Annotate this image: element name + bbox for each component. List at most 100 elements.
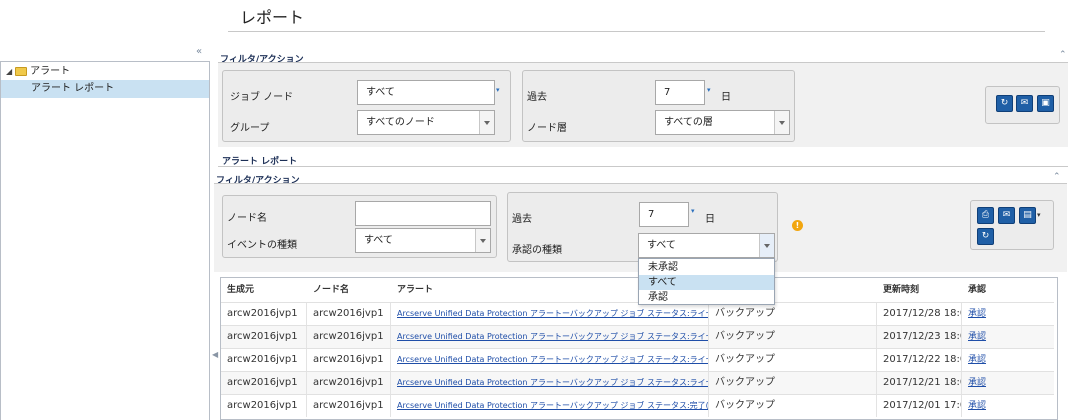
cell-time: 2017/12/21 18:00: [877, 372, 962, 394]
cell-time: 2017/12/28 18:00: [877, 303, 962, 325]
cell-alert: Arcserve Unified Data Protection アラートーバッ…: [391, 303, 709, 325]
node-tier-select[interactable]: すべての層: [655, 110, 790, 135]
ack-type-dropdown-button[interactable]: [759, 234, 774, 257]
report-refresh-icon[interactable]: ↻: [977, 228, 994, 245]
tree-item-label: アラート レポート: [31, 83, 115, 94]
event-type-label: イベントの種類: [227, 240, 297, 251]
cell-source: arcw2016jvp1: [221, 349, 307, 371]
cell-alert-extra: バックアップ: [709, 349, 877, 371]
past-label: 過去: [527, 92, 547, 103]
save-dropdown-icon[interactable]: ▾: [1037, 211, 1041, 219]
cell-node: arcw2016jvp1: [307, 303, 391, 325]
cell-node: arcw2016jvp1: [307, 326, 391, 348]
warning-icon: !: [792, 220, 803, 231]
past-days-spinner-icon[interactable]: ▾: [707, 86, 711, 94]
report-divider: [218, 166, 1068, 167]
ack-link[interactable]: 承認: [968, 378, 986, 388]
cell-alert: Arcserve Unified Data Protection アラートーバッ…: [391, 372, 709, 394]
job-node-select[interactable]: すべて: [357, 80, 495, 105]
title-divider: [228, 31, 1045, 32]
cell-source: arcw2016jvp1: [221, 326, 307, 348]
col-header-ack[interactable]: 承認: [962, 278, 986, 302]
job-node-dropdown-icon[interactable]: ▾: [496, 86, 500, 94]
group-select[interactable]: すべてのノード: [357, 110, 495, 135]
print-icon[interactable]: ⎙: [977, 207, 994, 224]
save-icon[interactable]: ▤: [1019, 207, 1036, 224]
cell-ack: 承認: [962, 372, 1054, 394]
table-row[interactable]: arcw2016jvp1 arcw2016jvp1 Arcserve Unifi…: [221, 371, 1054, 394]
col-header-time[interactable]: 更新時刻: [877, 278, 919, 302]
navigation-tree: ◢ アラート アラート レポート: [0, 61, 210, 420]
ack-link[interactable]: 承認: [968, 355, 986, 365]
cell-alert: Arcserve Unified Data Protection アラートーバッ…: [391, 349, 709, 371]
alert-link[interactable]: Arcserve Unified Data Protection アラートーバッ…: [397, 401, 708, 410]
alert-link[interactable]: Arcserve Unified Data Protection アラートーバッ…: [397, 332, 708, 341]
col-header-alert[interactable]: アラート: [391, 278, 433, 302]
ack-option-all[interactable]: すべて: [639, 275, 774, 290]
cell-time: 2017/12/23 18:00: [877, 326, 962, 348]
email-icon[interactable]: ✉: [1016, 95, 1033, 112]
cell-alert: Arcserve Unified Data Protection アラートーバッ…: [391, 395, 709, 417]
cell-alert: Arcserve Unified Data Protection アラートーバッ…: [391, 326, 709, 348]
report-past-label: 過去: [512, 214, 532, 225]
tree-item-alert[interactable]: ◢ アラート: [1, 63, 209, 81]
collapse-top-filter-icon[interactable]: ⌃: [1059, 50, 1067, 60]
col-header-node[interactable]: ノード名: [307, 278, 349, 302]
report-past-unit-label: 日: [705, 214, 715, 225]
ack-type-select[interactable]: すべて: [638, 233, 775, 258]
report-email-icon[interactable]: ✉: [998, 207, 1015, 224]
tree-expand-icon[interactable]: ◢: [6, 63, 12, 81]
alert-link[interactable]: Arcserve Unified Data Protection アラートーバッ…: [397, 355, 708, 364]
event-type-select[interactable]: すべて: [355, 228, 491, 253]
ack-link[interactable]: 承認: [968, 401, 986, 411]
group-dropdown-button[interactable]: [479, 111, 494, 134]
node-tier-dropdown-button[interactable]: [774, 111, 789, 134]
splitter-handle-icon[interactable]: ◀: [212, 350, 218, 359]
ack-type-dropdown-list: 未承認 すべて 承認: [638, 258, 775, 305]
table-row[interactable]: arcw2016jvp1 arcw2016jvp1 Arcserve Unifi…: [221, 302, 1054, 325]
cell-alert-extra: バックアップ: [709, 326, 877, 348]
ack-type-select-value: すべて: [647, 240, 676, 251]
cell-node: arcw2016jvp1: [307, 395, 391, 417]
report-past-days-input[interactable]: 7: [639, 202, 689, 227]
tree-item-alert-report[interactable]: アラート レポート: [1, 80, 209, 98]
ack-option-unacknowledged[interactable]: 未承認: [639, 260, 774, 275]
cell-source: arcw2016jvp1: [221, 395, 307, 417]
cell-source: arcw2016jvp1: [221, 303, 307, 325]
tree-item-label: アラート: [30, 66, 71, 77]
event-type-dropdown-button[interactable]: [475, 229, 490, 252]
cell-ack: 承認: [962, 303, 1054, 325]
table-row[interactable]: arcw2016jvp1 arcw2016jvp1 Arcserve Unifi…: [221, 348, 1054, 371]
ack-link[interactable]: 承認: [968, 332, 986, 342]
refresh-icon[interactable]: ↻: [996, 95, 1013, 112]
node-name-input[interactable]: [355, 201, 491, 226]
cell-source: arcw2016jvp1: [221, 372, 307, 394]
cell-alert-extra: バックアップ: [709, 395, 877, 417]
collapse-left-panel-icon[interactable]: «: [196, 46, 202, 57]
collapse-report-filter-icon[interactable]: ⌃: [1053, 172, 1061, 182]
cell-alert-extra: バックアップ: [709, 372, 877, 394]
cell-ack: 承認: [962, 395, 1054, 417]
folder-icon: [15, 66, 28, 76]
cell-time: 2017/12/01 17:03: [877, 395, 962, 417]
cell-node: arcw2016jvp1: [307, 349, 391, 371]
alert-link[interactable]: Arcserve Unified Data Protection アラートーバッ…: [397, 309, 708, 318]
table-row[interactable]: arcw2016jvp1 arcw2016jvp1 Arcserve Unifi…: [221, 325, 1054, 348]
export-icon[interactable]: ▣: [1037, 95, 1054, 112]
ack-type-label: 承認の種類: [512, 245, 562, 256]
report-past-spinner-icon[interactable]: ▾: [691, 207, 695, 215]
job-node-label: ジョブ ノード: [230, 92, 294, 103]
col-header-source[interactable]: 生成元: [221, 278, 254, 302]
past-days-input[interactable]: 7: [655, 80, 705, 105]
event-type-select-value: すべて: [364, 235, 393, 246]
page-title: レポート: [240, 8, 305, 27]
ack-link[interactable]: 承認: [968, 309, 986, 319]
alert-link[interactable]: Arcserve Unified Data Protection アラートーバッ…: [397, 378, 708, 387]
table-row[interactable]: arcw2016jvp1 arcw2016jvp1 Arcserve Unifi…: [221, 394, 1054, 417]
group-select-value: すべてのノード: [366, 117, 435, 128]
node-tier-select-value: すべての層: [664, 117, 713, 128]
cell-node: arcw2016jvp1: [307, 372, 391, 394]
group-label: グループ: [230, 123, 270, 134]
node-name-label: ノード名: [227, 213, 267, 224]
ack-option-acknowledged[interactable]: 承認: [639, 290, 774, 305]
